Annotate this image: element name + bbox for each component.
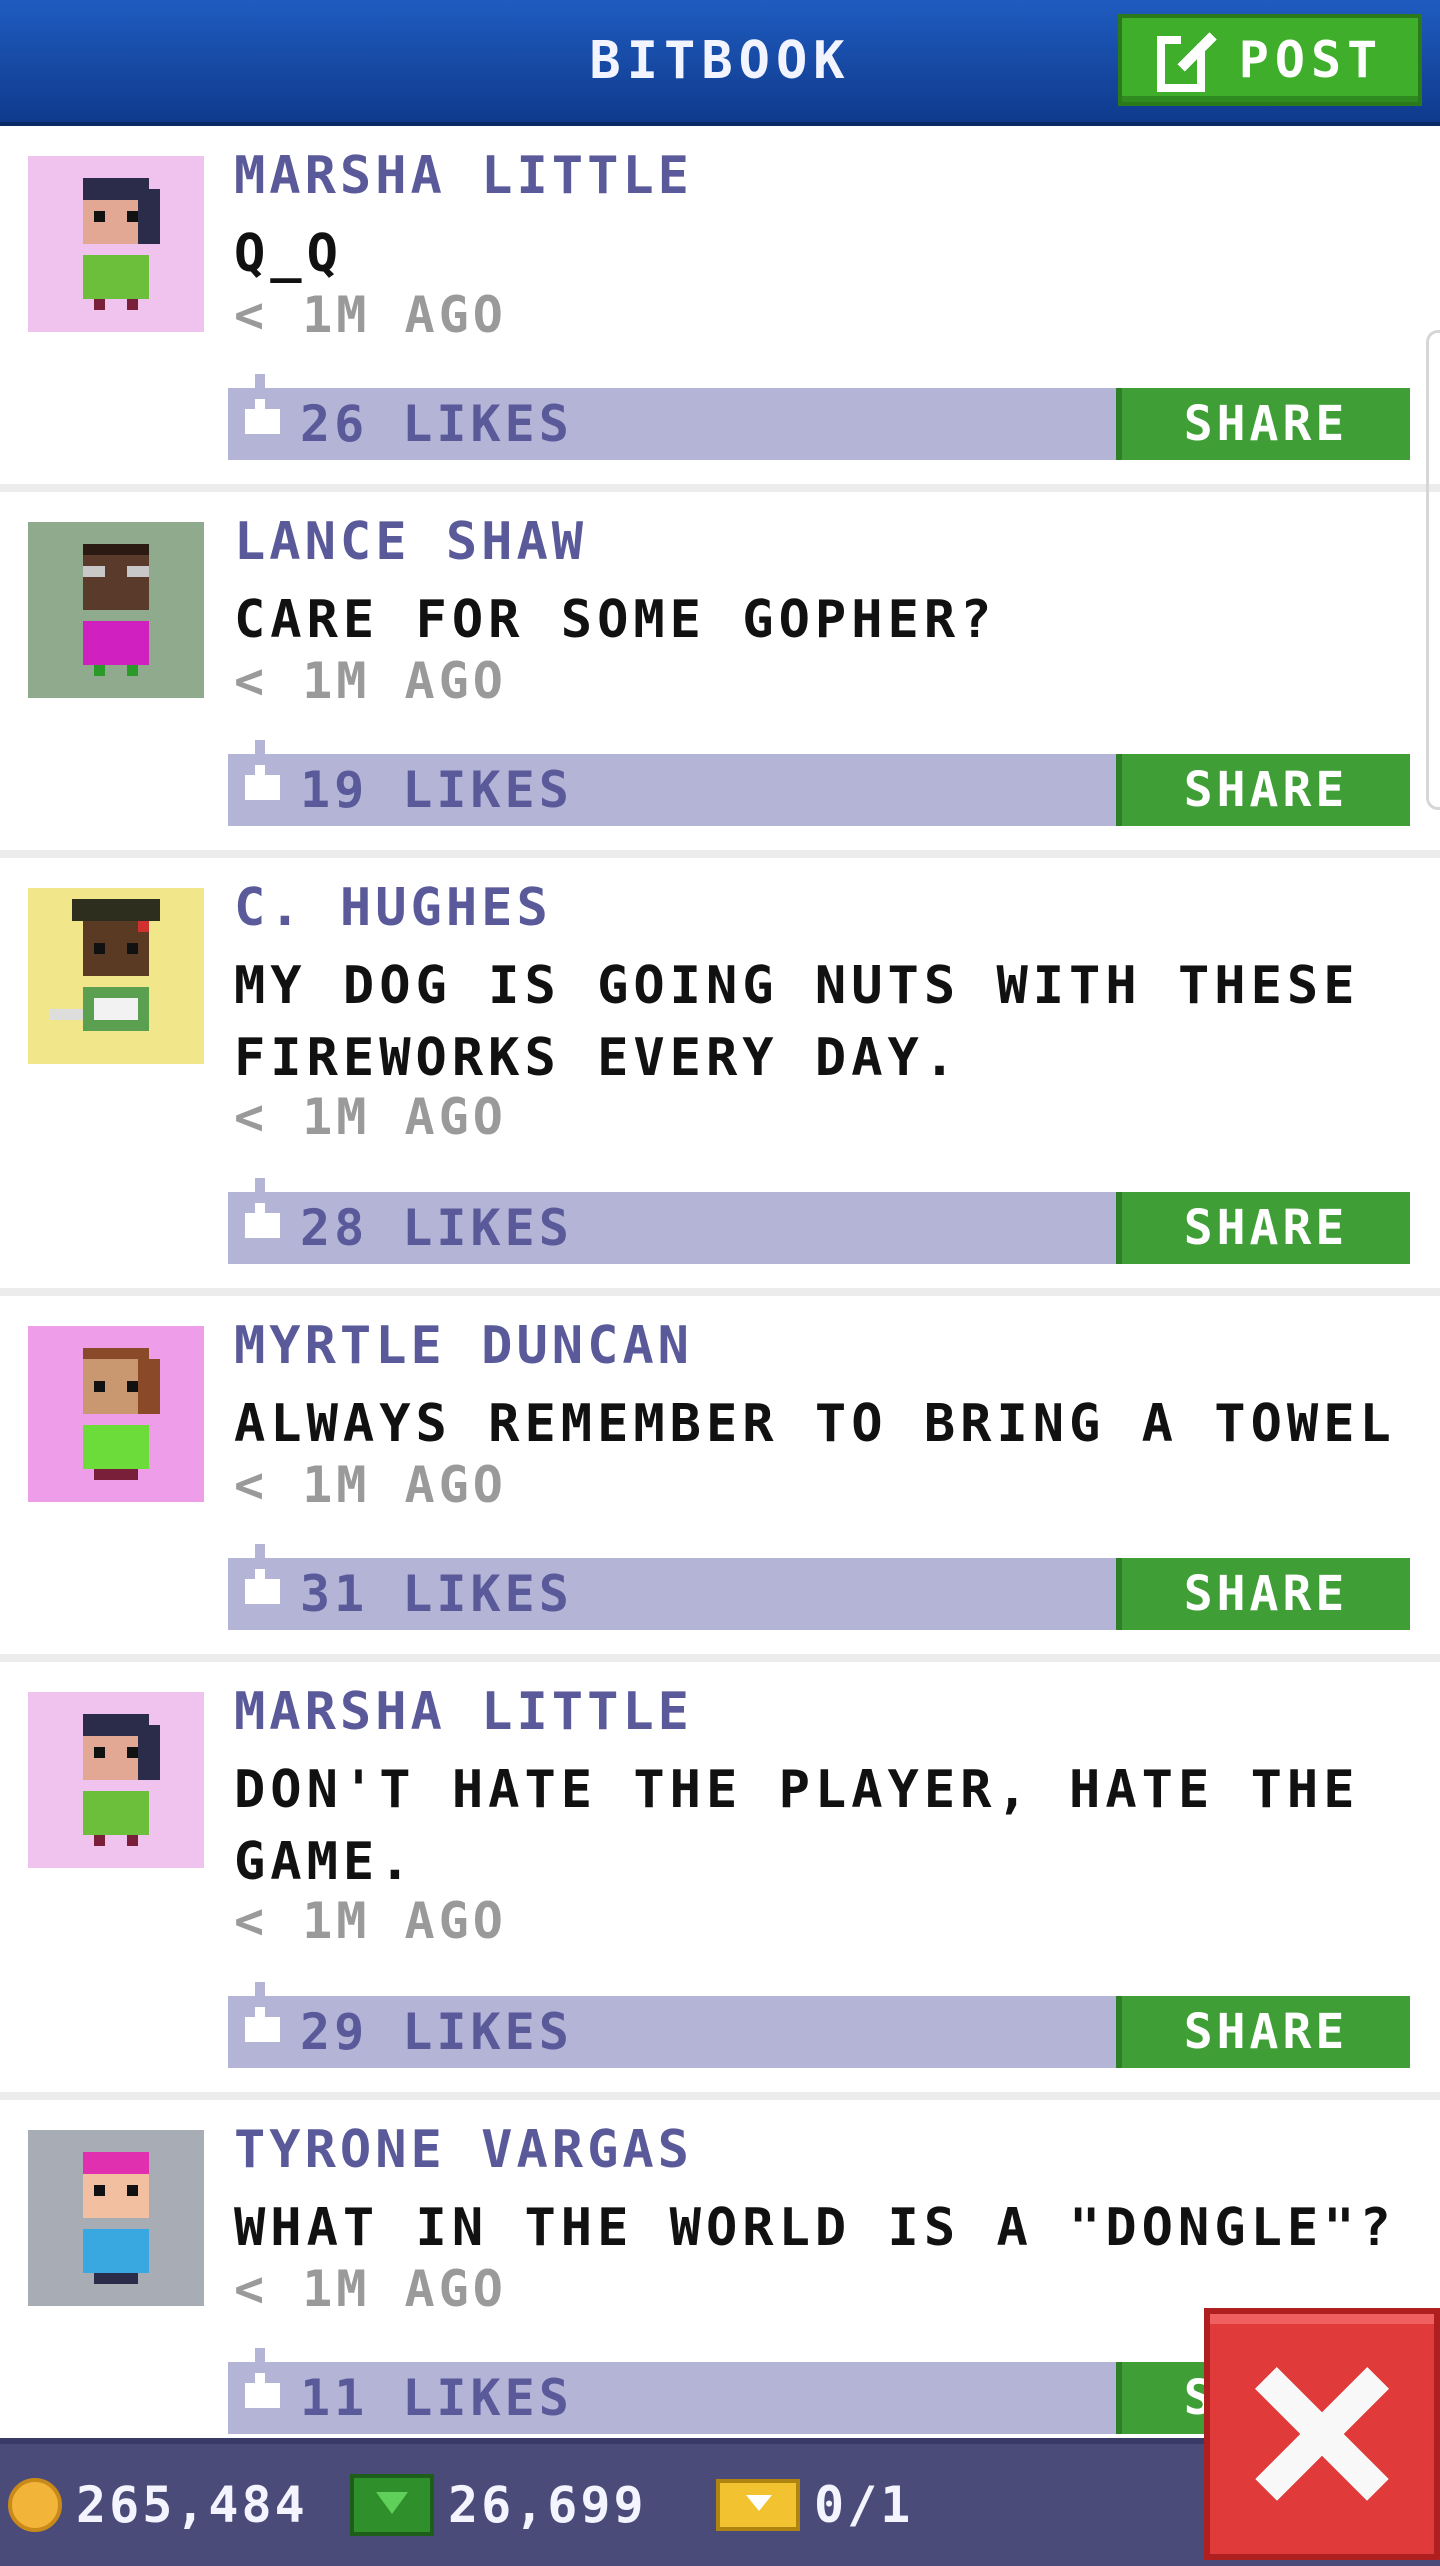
thumbs-up-icon — [245, 374, 280, 434]
likes-count: 28 LIKES — [300, 1199, 573, 1257]
bux-value: 26,699 — [448, 2476, 647, 2534]
likes-count: 31 LIKES — [300, 1565, 573, 1623]
feed-post: LANCE SHAW CARE FOR SOME GOPHER? < 1M AG… — [0, 492, 1440, 858]
avatar[interactable] — [28, 156, 204, 332]
like-bar[interactable]: 26 LIKES SHARE — [228, 374, 1410, 460]
scrollbar[interactable] — [1426, 330, 1440, 810]
compose-icon — [1156, 32, 1217, 92]
post-author[interactable]: LANCE SHAW — [234, 512, 587, 572]
coin-icon — [8, 2478, 62, 2532]
post-message: DON'T HATE THE PLAYER, HATE THE GAME. — [234, 1760, 1360, 1892]
feed-post: MARSHA LITTLE Q_Q < 1M AGO 26 LIKES SHAR… — [0, 126, 1440, 492]
post-author[interactable]: TYRONE VARGAS — [234, 2120, 693, 2180]
like-bar[interactable]: 31 LIKES SHARE — [228, 1544, 1410, 1630]
share-button[interactable]: SHARE — [1116, 1558, 1410, 1630]
post-button[interactable]: POST — [1118, 14, 1422, 106]
likes-count: 19 LIKES — [300, 761, 573, 819]
thumbs-up-icon — [245, 740, 280, 800]
post-time: < 1M AGO — [234, 2260, 507, 2318]
coins-counter: 265,484 — [8, 2444, 308, 2566]
like-bar[interactable]: 28 LIKES SHARE — [228, 1178, 1410, 1264]
like-bar[interactable]: 19 LIKES SHARE — [228, 740, 1410, 826]
post-time: < 1M AGO — [234, 1456, 507, 1514]
post-author[interactable]: MYRTLE DUNCAN — [234, 1316, 693, 1376]
avatar[interactable] — [28, 1692, 204, 1868]
close-icon — [1255, 2367, 1389, 2501]
thumbs-up-icon — [245, 1982, 280, 2042]
close-button[interactable] — [1204, 2308, 1440, 2560]
share-button[interactable]: SHARE — [1116, 1996, 1410, 2068]
post-message: ALWAYS REMEMBER TO BRING A TOWEL — [234, 1394, 1396, 1454]
avatar[interactable] — [28, 2130, 204, 2306]
post-author[interactable]: C. HUGHES — [234, 878, 552, 938]
share-button[interactable]: SHARE — [1116, 1192, 1410, 1264]
avatar[interactable] — [28, 522, 204, 698]
post-button-label: POST — [1238, 31, 1384, 89]
share-button[interactable]: SHARE — [1116, 388, 1410, 460]
tickets-value: 0/1 — [814, 2476, 914, 2534]
app-header: BITBOOK POST — [0, 0, 1440, 126]
thumbs-up-icon — [245, 2348, 280, 2408]
post-message: MY DOG IS GOING NUTS WITH THESE FIREWORK… — [234, 956, 1360, 1088]
avatar[interactable] — [28, 1326, 204, 1502]
bux-counter: 26,699 — [350, 2444, 647, 2566]
post-author[interactable]: MARSHA LITTLE — [234, 146, 693, 206]
feed-post: MARSHA LITTLE DON'T HATE THE PLAYER, HAT… — [0, 1662, 1440, 2100]
post-time: < 1M AGO — [234, 1088, 507, 1146]
post-time: < 1M AGO — [234, 286, 507, 344]
post-time: < 1M AGO — [234, 1892, 507, 1950]
ticket-icon — [716, 2479, 800, 2531]
bux-icon — [350, 2474, 434, 2536]
post-time: < 1M AGO — [234, 652, 507, 710]
feed-post: C. HUGHES MY DOG IS GOING NUTS WITH THES… — [0, 858, 1440, 1296]
like-bar[interactable]: 29 LIKES SHARE — [228, 1982, 1410, 2068]
avatar[interactable] — [28, 888, 204, 1064]
post-author[interactable]: MARSHA LITTLE — [234, 1682, 693, 1742]
post-message: WHAT IN THE WORLD IS A "DONGLE"? — [234, 2198, 1396, 2258]
thumbs-up-icon — [245, 1178, 280, 1238]
post-message: Q_Q — [234, 224, 343, 284]
tickets-counter: 0/1 — [716, 2444, 913, 2566]
coins-value: 265,484 — [76, 2476, 308, 2534]
thumbs-up-icon — [245, 1544, 280, 1604]
likes-count: 29 LIKES — [300, 2003, 573, 2061]
post-message: CARE FOR SOME GOPHER? — [234, 590, 997, 650]
feed-post: MYRTLE DUNCAN ALWAYS REMEMBER TO BRING A… — [0, 1296, 1440, 1662]
feed-list[interactable]: MARSHA LITTLE Q_Q < 1M AGO 26 LIKES SHAR… — [0, 126, 1440, 2466]
share-button[interactable]: SHARE — [1116, 754, 1410, 826]
likes-count: 26 LIKES — [300, 395, 573, 453]
likes-count: 11 LIKES — [300, 2369, 573, 2427]
